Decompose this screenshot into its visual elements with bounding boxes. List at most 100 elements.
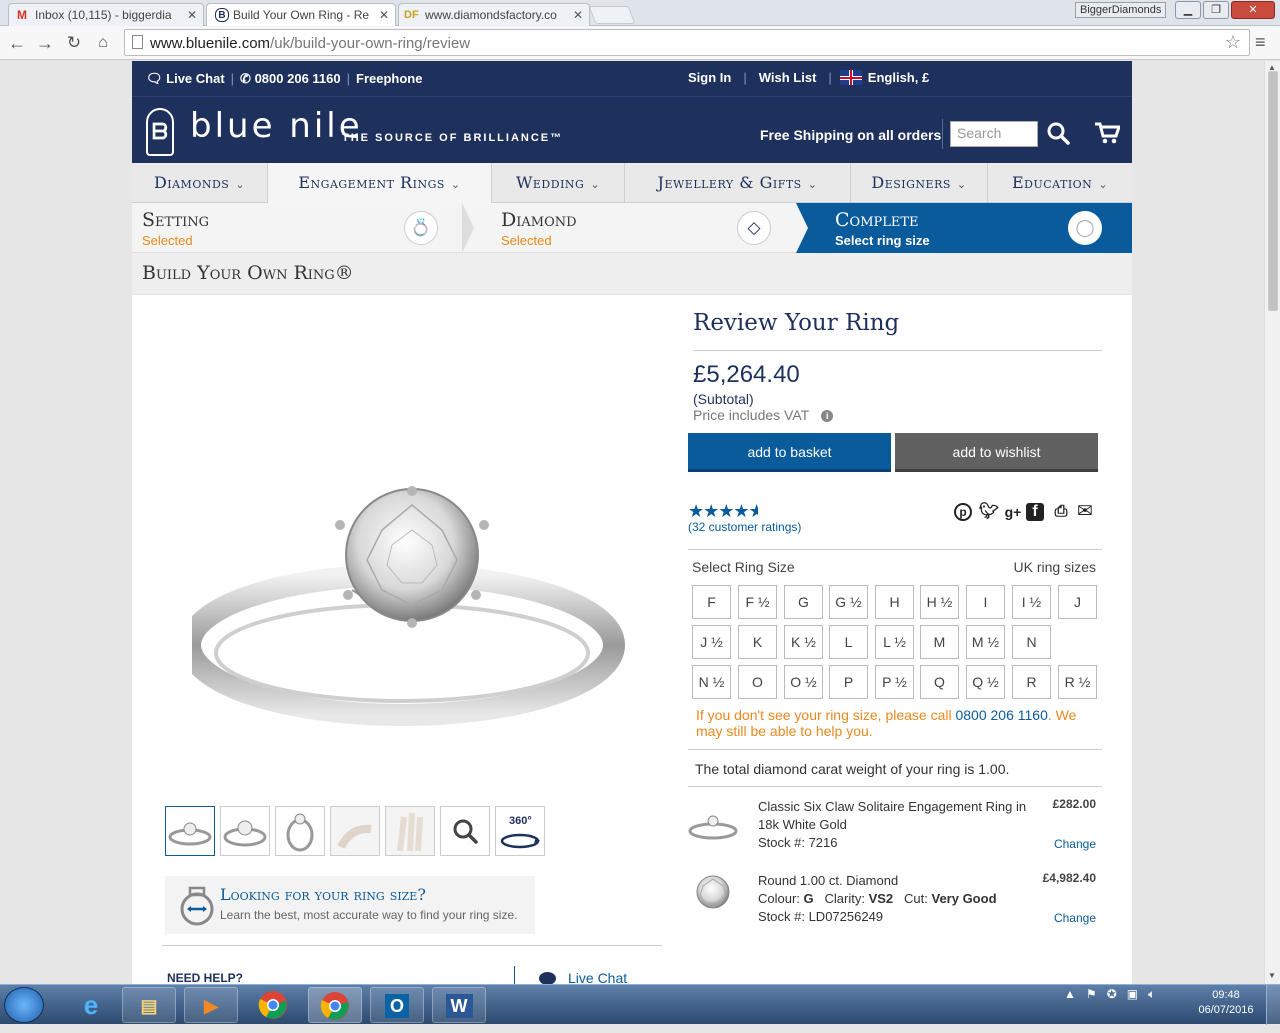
tab-gmail[interactable]: M Inbox (10,115) - biggerdia ✕ <box>8 3 204 26</box>
nav-education[interactable]: Education ⌄ <box>988 163 1132 203</box>
ring-size-option[interactable]: P ½ <box>875 665 914 699</box>
show-desktop-button[interactable] <box>1266 985 1280 1025</box>
ring-size-option[interactable]: R ½ <box>1058 665 1097 699</box>
ring-size-option[interactable]: L <box>829 625 868 659</box>
ring-size-option[interactable]: K ½ <box>784 625 823 659</box>
ring-size-option[interactable]: I ½ <box>1012 585 1051 619</box>
print-icon[interactable]: ⎙ <box>1050 501 1072 523</box>
close-tab-icon[interactable]: ✕ <box>573 8 583 22</box>
ring-product-image[interactable] <box>192 485 632 745</box>
thumbnail-ring-front[interactable] <box>165 806 215 856</box>
ring-size-option[interactable]: M ½ <box>966 625 1005 659</box>
search-icon[interactable] <box>1046 121 1070 145</box>
phone-link[interactable]: ✆ 0800 206 1160 <box>240 71 341 86</box>
step-setting[interactable]: Setting Selected 💍 <box>132 203 462 253</box>
ring-size-option[interactable]: N ½ <box>692 665 731 699</box>
ring-size-option[interactable]: G ½ <box>829 585 868 619</box>
ring-size-option[interactable]: L ½ <box>875 625 914 659</box>
step-diamond[interactable]: Diamond Selected ◇ <box>491 203 796 253</box>
cart-icon[interactable] <box>1094 121 1120 145</box>
ring-size-option[interactable]: I <box>966 585 1005 619</box>
customer-ratings-link[interactable]: (32 customer ratings) <box>688 520 801 534</box>
reload-icon[interactable]: ↻ <box>63 32 85 54</box>
add-to-wishlist-button[interactable]: add to wishlist <box>895 433 1098 472</box>
setting-thumbnail[interactable] <box>688 797 738 847</box>
action-center-flag-icon[interactable]: ⚑ <box>1086 987 1097 1001</box>
ring-size-option[interactable]: Q <box>920 665 959 699</box>
scroll-down-icon[interactable]: ▼ <box>1268 971 1276 980</box>
ring-size-option[interactable]: P <box>829 665 868 699</box>
live-chat-link[interactable]: 🗨 Live Chat <box>146 71 225 86</box>
bluenile-logo-icon[interactable]: ᗷ <box>146 108 174 156</box>
wish-list-link[interactable]: Wish List <box>759 70 817 85</box>
nav-jewellery-gifts[interactable]: Jewellery & Gifts ⌄ <box>625 163 851 203</box>
uk-flag-icon[interactable] <box>839 70 862 85</box>
step-complete[interactable]: Complete Select ring size ◯ <box>796 203 1132 253</box>
close-tab-icon[interactable]: ✕ <box>187 8 197 22</box>
forward-icon[interactable]: → <box>34 32 56 54</box>
ring-size-help-banner[interactable]: Looking for your ring size? Learn the be… <box>165 876 535 934</box>
word-icon[interactable]: W <box>432 987 486 1023</box>
back-icon[interactable]: ← <box>6 32 28 54</box>
phone-link[interactable]: 0800 206 1160 <box>955 707 1047 723</box>
info-icon[interactable]: i <box>821 410 834 422</box>
start-button[interactable] <box>4 987 44 1023</box>
ring-size-option[interactable]: O ½ <box>784 665 823 699</box>
thumbnail-ring-hand-2[interactable] <box>385 806 435 856</box>
twitter-icon[interactable]: 🐦︎ <box>978 501 1000 523</box>
ring-size-option[interactable]: F ½ <box>738 585 777 619</box>
sync-icon[interactable]: ✪ <box>1107 987 1117 1001</box>
search-input[interactable]: Search <box>950 121 1038 147</box>
minimize-button[interactable]: ▁ <box>1175 1 1201 19</box>
pinterest-icon[interactable]: p <box>954 503 972 521</box>
close-window-button[interactable]: ✕ <box>1231 1 1275 19</box>
zoom-button[interactable] <box>440 806 490 856</box>
ring-size-option[interactable]: J ½ <box>692 625 731 659</box>
change-diamond-link[interactable]: Change <box>1054 911 1096 925</box>
ring-size-option[interactable]: Q ½ <box>966 665 1005 699</box>
ring-size-option[interactable]: J <box>1058 585 1097 619</box>
show-hidden-icons-icon[interactable]: ▲ <box>1064 987 1076 1001</box>
file-explorer-icon[interactable]: ▤ <box>122 987 176 1023</box>
locale-link[interactable]: English, £ <box>868 70 929 85</box>
live-chat-link[interactable]: Live Chat <box>539 970 627 984</box>
outlook-icon[interactable]: O <box>370 987 424 1023</box>
nav-designers[interactable]: Designers ⌄ <box>851 163 988 203</box>
maximize-button[interactable]: ❐ <box>1203 1 1229 19</box>
free-shipping-text[interactable]: Free Shipping on all orders <box>760 127 941 143</box>
home-icon[interactable]: ⌂ <box>92 32 114 54</box>
ring-size-option[interactable]: O <box>738 665 777 699</box>
chrome-active-icon[interactable] <box>308 987 362 1023</box>
add-to-basket-button[interactable]: add to basket <box>688 433 891 472</box>
nav-diamonds[interactable]: Diamonds ⌄ <box>132 163 268 203</box>
ring-size-option[interactable]: K <box>738 625 777 659</box>
volume-icon[interactable]: 🔈︎ <box>1148 987 1155 1001</box>
tab-diamondsfactory[interactable]: DF www.diamondsfactory.co ✕ <box>398 3 590 26</box>
ring-size-option[interactable]: N <box>1012 625 1051 659</box>
chrome-menu-icon[interactable]: ≡ <box>1255 32 1266 53</box>
address-bar[interactable]: www.bluenile.com/uk/build-your-own-ring/… <box>124 29 1250 56</box>
internet-explorer-icon[interactable]: e <box>64 987 118 1023</box>
view-360-button[interactable]: 360° <box>495 806 545 856</box>
change-setting-link[interactable]: Change <box>1054 837 1096 851</box>
thumbnail-ring-angle[interactable] <box>220 806 270 856</box>
email-icon[interactable]: ✉ <box>1074 501 1096 523</box>
nav-wedding[interactable]: Wedding ⌄ <box>492 163 625 203</box>
nav-engagement-rings[interactable]: Engagement Rings ⌄ <box>268 163 492 203</box>
ring-size-option[interactable]: M <box>920 625 959 659</box>
media-player-icon[interactable]: ▶ <box>184 987 238 1023</box>
ring-size-option[interactable]: R <box>1012 665 1051 699</box>
ring-size-option[interactable]: H <box>875 585 914 619</box>
scrollbar-thumb[interactable] <box>1268 71 1278 311</box>
thumbnail-ring-side[interactable] <box>275 806 325 856</box>
ring-size-option[interactable]: G <box>784 585 823 619</box>
page-scrollbar[interactable]: ▲ ▼ <box>1264 61 1280 984</box>
new-tab-button[interactable] <box>588 6 636 24</box>
tab-bluenile[interactable]: B Build Your Own Ring - Re ✕ <box>206 3 396 26</box>
close-tab-icon[interactable]: ✕ <box>379 8 389 22</box>
profile-badge[interactable]: BiggerDiamonds <box>1075 2 1167 18</box>
sign-in-link[interactable]: Sign In <box>688 70 731 85</box>
system-clock[interactable]: 09:48 06/07/2016 <box>1192 988 1260 1018</box>
bookmark-star-icon[interactable]: ☆ <box>1225 32 1241 53</box>
network-icon[interactable]: ▣ <box>1127 987 1138 1001</box>
